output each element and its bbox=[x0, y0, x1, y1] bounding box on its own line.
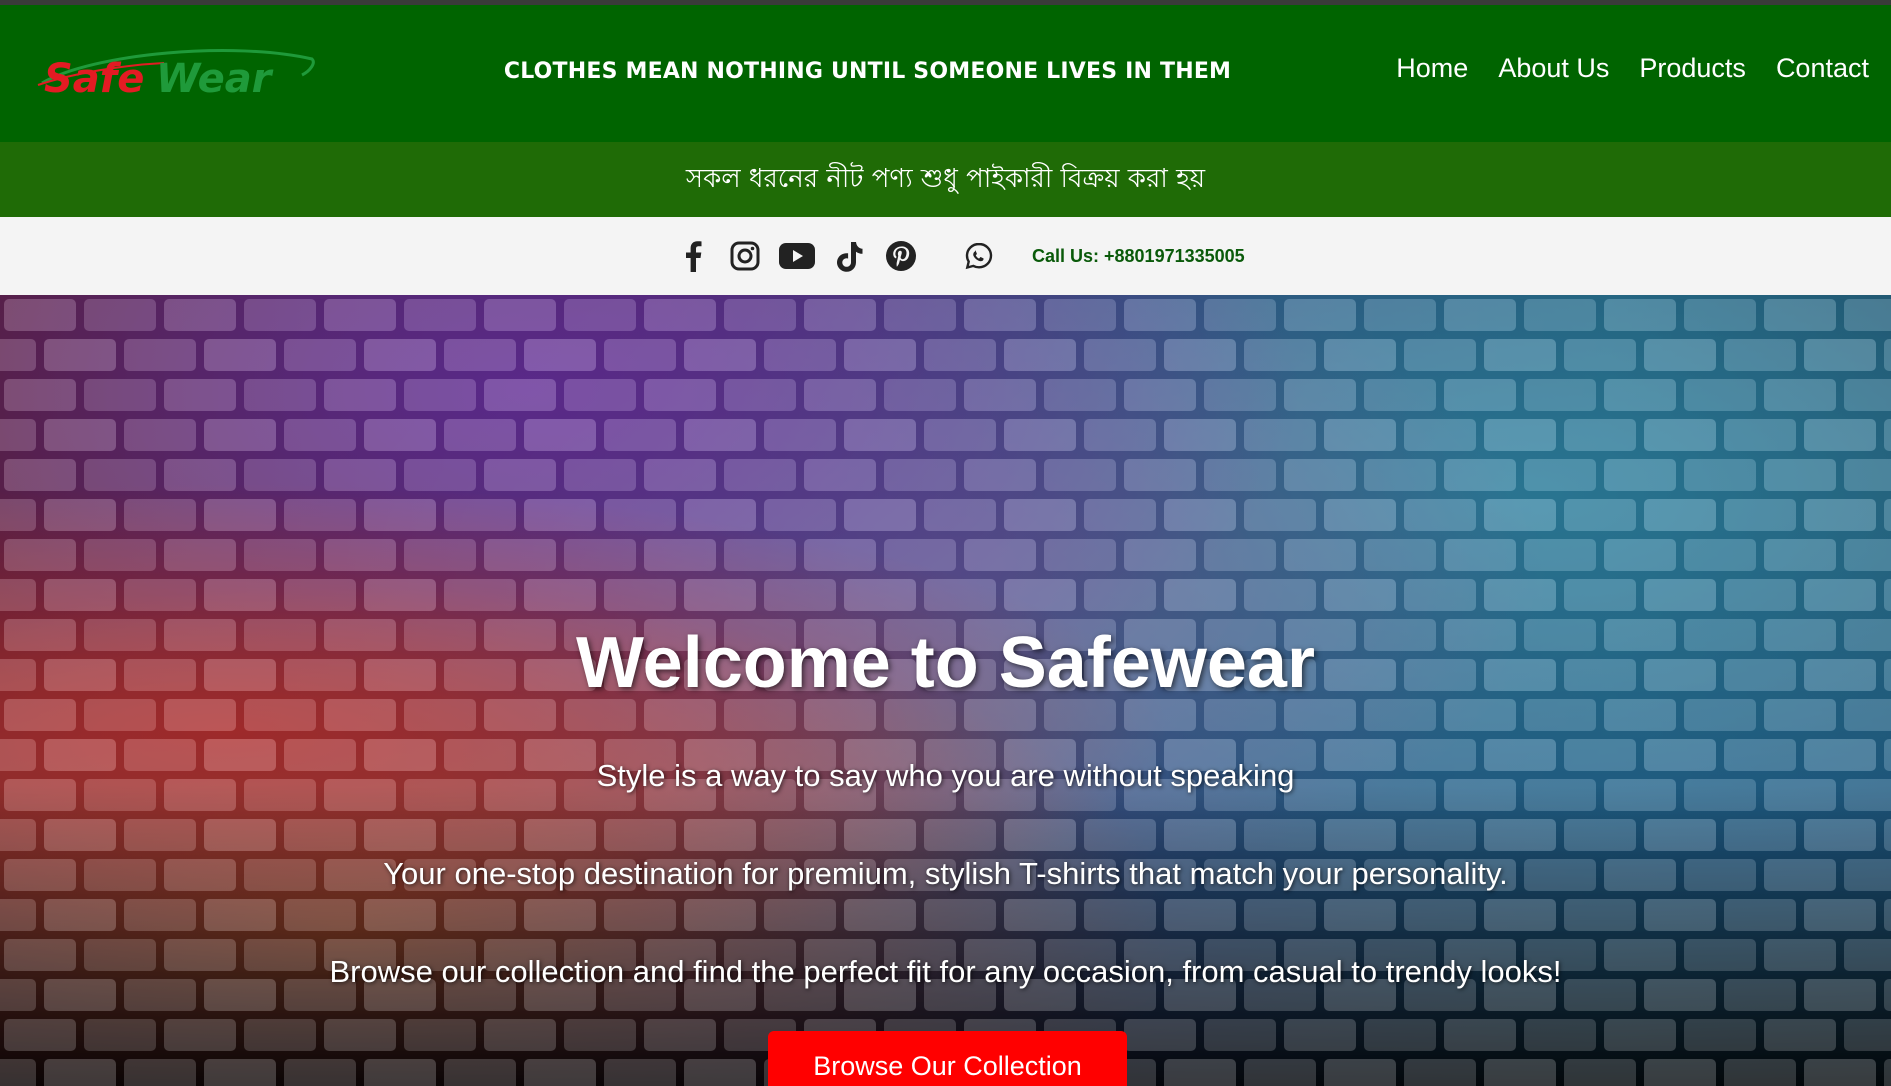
nav-about-us[interactable]: About Us bbox=[1498, 53, 1609, 84]
hero-browse-text: Browse our collection and find the perfe… bbox=[329, 954, 1562, 989]
social-links: Call Us: +8801971335005 bbox=[672, 235, 1245, 277]
header-tagline: CLOTHES MEAN NOTHING UNTIL SOMEONE LIVES… bbox=[503, 59, 1232, 84]
instagram-icon[interactable] bbox=[724, 235, 766, 277]
logo-text-wear: Wear bbox=[156, 56, 274, 102]
wholesale-notice-text: সকল ধরনের নীট পণ্য শুধু পাইকারী বিক্রয় … bbox=[685, 164, 1206, 194]
hero-section: Welcome to Safewear Style is a way to sa… bbox=[0, 295, 1891, 1086]
wholesale-notice-bar: সকল ধরনের নীট পণ্য শুধু পাইকারী বিক্রয় … bbox=[0, 142, 1891, 217]
browse-collection-button[interactable]: Browse Our Collection bbox=[768, 1031, 1127, 1086]
facebook-icon[interactable] bbox=[672, 235, 714, 277]
nav-home[interactable]: Home bbox=[1396, 53, 1468, 84]
nav-products[interactable]: Products bbox=[1639, 53, 1746, 84]
pinterest-icon[interactable] bbox=[880, 235, 922, 277]
hero-slogan: Style is a way to say who you are withou… bbox=[596, 758, 1295, 793]
logo-graphic: Safe Wear bbox=[37, 49, 315, 102]
main-nav: Home About Us Products Contact bbox=[1396, 53, 1869, 84]
hero-description: Your one-stop destination for premium, s… bbox=[383, 856, 1508, 891]
call-us-text[interactable]: Call Us: +8801971335005 bbox=[1032, 246, 1245, 267]
nav-contact[interactable]: Contact bbox=[1776, 53, 1869, 84]
whatsapp-icon[interactable] bbox=[958, 235, 1000, 277]
safewear-logo[interactable]: Safe Wear bbox=[34, 45, 324, 115]
hero-title: Welcome to Safewear bbox=[576, 623, 1315, 703]
social-bar: Call Us: +8801971335005 bbox=[0, 217, 1891, 295]
tiktok-icon[interactable] bbox=[828, 235, 870, 277]
youtube-icon[interactable] bbox=[776, 235, 818, 277]
site-header: Safe Wear CLOTHES MEAN NOTHING UNTIL SOM… bbox=[0, 5, 1891, 142]
logo-text-safe: Safe bbox=[44, 56, 144, 102]
